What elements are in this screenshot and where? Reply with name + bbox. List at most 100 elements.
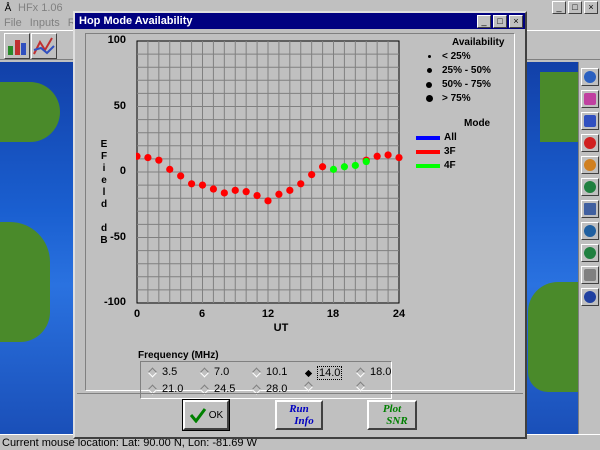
data-point-4f xyxy=(329,165,338,173)
legend-swatch xyxy=(416,135,440,140)
availability-plot xyxy=(136,40,403,304)
dialog-maximize-button[interactable]: □ xyxy=(493,15,507,28)
run-info-label: Run Info xyxy=(284,403,314,427)
freq-option-3.5[interactable]: 3.5 xyxy=(147,366,178,378)
data-point-3f xyxy=(166,165,174,173)
x-tick-label: 24 xyxy=(392,308,406,320)
data-point-3f xyxy=(144,153,152,162)
settings-icon xyxy=(584,269,596,281)
x-axis-label: UT xyxy=(273,322,289,334)
dialog-button-bar: OK Run Info Plot SNR xyxy=(77,393,523,435)
plot-snr-line: Plot xyxy=(382,403,402,415)
plot-snr-label: Plot SNR xyxy=(376,403,408,427)
availability-legend-title: Availability xyxy=(452,37,505,48)
data-point-3f xyxy=(286,186,294,194)
hop-mode-dialog: Hop Mode Availability _ □ × 100 50 0 -50… xyxy=(73,11,527,439)
side-map-button[interactable] xyxy=(581,90,599,108)
grid-icon xyxy=(584,203,596,215)
side-network-button[interactable] xyxy=(581,134,599,152)
radio-diamond-selected-icon xyxy=(304,369,313,377)
data-point-3f xyxy=(275,190,283,198)
data-point-3f xyxy=(373,152,381,160)
dialog-minimize-button[interactable]: _ xyxy=(477,15,491,28)
y-label-letter: F xyxy=(100,151,108,162)
side-layers-button[interactable] xyxy=(581,112,599,130)
radio-diamond-icon xyxy=(199,367,210,377)
app-maximize-button[interactable]: □ xyxy=(568,1,582,14)
side-earth-button[interactable] xyxy=(581,222,599,240)
legend-mode-all: All xyxy=(416,132,457,143)
freq-text: 14.0 xyxy=(317,366,343,380)
freq-option-empty-2[interactable] xyxy=(355,381,370,392)
freq-text: 7.0 xyxy=(214,366,230,378)
freq-option-10.1[interactable]: 10.1 xyxy=(251,366,288,378)
data-point-3f xyxy=(318,163,327,171)
side-grid-button[interactable] xyxy=(581,200,599,218)
side-compass-button[interactable] xyxy=(581,178,599,196)
dialog-close-button[interactable]: × xyxy=(509,15,523,28)
y-tick-label: 50 xyxy=(113,100,126,112)
radio-diamond-icon xyxy=(355,381,366,392)
menu-file[interactable]: File xyxy=(0,16,26,30)
dialog-title-bar[interactable]: Hop Mode Availability _ □ × xyxy=(75,13,525,29)
data-point-4f xyxy=(351,161,359,170)
data-point-3f xyxy=(253,191,261,200)
xlarge-dot-icon xyxy=(425,95,433,102)
data-point-3f xyxy=(209,185,218,193)
globe-icon xyxy=(584,71,596,83)
data-point-3f xyxy=(198,181,207,189)
data-point-3f xyxy=(155,156,163,164)
side-target-button[interactable] xyxy=(581,156,599,174)
x-tick-label: 6 xyxy=(198,308,206,320)
antenna-icon: Å xyxy=(4,2,12,14)
y-label-letter: l xyxy=(102,187,106,198)
y-label-letter: d xyxy=(100,223,108,234)
legend-text: < 25% xyxy=(442,51,471,62)
mode-legend-title: Mode xyxy=(464,118,491,129)
app-close-button[interactable]: × xyxy=(584,1,598,14)
legend-text: 4F xyxy=(444,160,456,171)
map-tool-button[interactable] xyxy=(4,33,30,59)
graph-icon xyxy=(33,37,55,55)
freq-option-7.0[interactable]: 7.0 xyxy=(199,366,230,378)
data-point-3f xyxy=(242,188,250,196)
app-minimize-button[interactable]: _ xyxy=(552,1,566,14)
freq-option-18.0[interactable]: 18.0 xyxy=(355,366,392,378)
map-icon xyxy=(584,93,596,105)
legend-text: All xyxy=(444,132,457,143)
freq-text: 3.5 xyxy=(162,366,178,378)
y-label-letter: d xyxy=(100,199,108,210)
data-point-3f xyxy=(384,151,392,159)
network-icon xyxy=(584,137,596,149)
run-info-line: Info xyxy=(294,415,314,427)
freq-option-empty-1[interactable] xyxy=(303,381,318,392)
antenna-icon xyxy=(584,247,596,259)
menu-inputs[interactable]: Inputs xyxy=(26,16,64,30)
legend-availability-4: > 75% xyxy=(420,93,471,104)
data-point-3f xyxy=(187,180,196,188)
medium-dot-icon xyxy=(426,68,432,73)
side-toolbar xyxy=(578,62,600,434)
x-tick-label: 18 xyxy=(326,308,340,320)
y-label-letter: B xyxy=(100,235,108,246)
plot-tool-button[interactable] xyxy=(31,33,57,59)
legend-swatch xyxy=(416,149,440,154)
side-info-button[interactable] xyxy=(581,288,599,306)
freq-text: 10.1 xyxy=(266,366,288,378)
run-info-button[interactable]: Run Info xyxy=(275,400,323,430)
ok-button[interactable]: OK xyxy=(182,399,230,431)
data-point-3f xyxy=(297,180,305,188)
side-antenna-button[interactable] xyxy=(581,244,599,262)
plot-snr-button[interactable]: Plot SNR xyxy=(367,400,417,430)
app-title: HFx 1.06 xyxy=(18,2,63,14)
side-globe-button[interactable] xyxy=(581,68,599,86)
freq-option-14.0[interactable]: 14.0 xyxy=(304,366,343,380)
legend-text: 50% - 75% xyxy=(442,79,491,90)
legend-text: > 75% xyxy=(442,93,471,104)
legend-mode-3f: 3F xyxy=(416,146,456,157)
side-settings-button[interactable] xyxy=(581,266,599,284)
target-icon xyxy=(584,159,596,171)
freq-text: 18.0 xyxy=(370,366,392,378)
chart-icon xyxy=(8,40,26,55)
dialog-title: Hop Mode Availability xyxy=(79,15,193,27)
